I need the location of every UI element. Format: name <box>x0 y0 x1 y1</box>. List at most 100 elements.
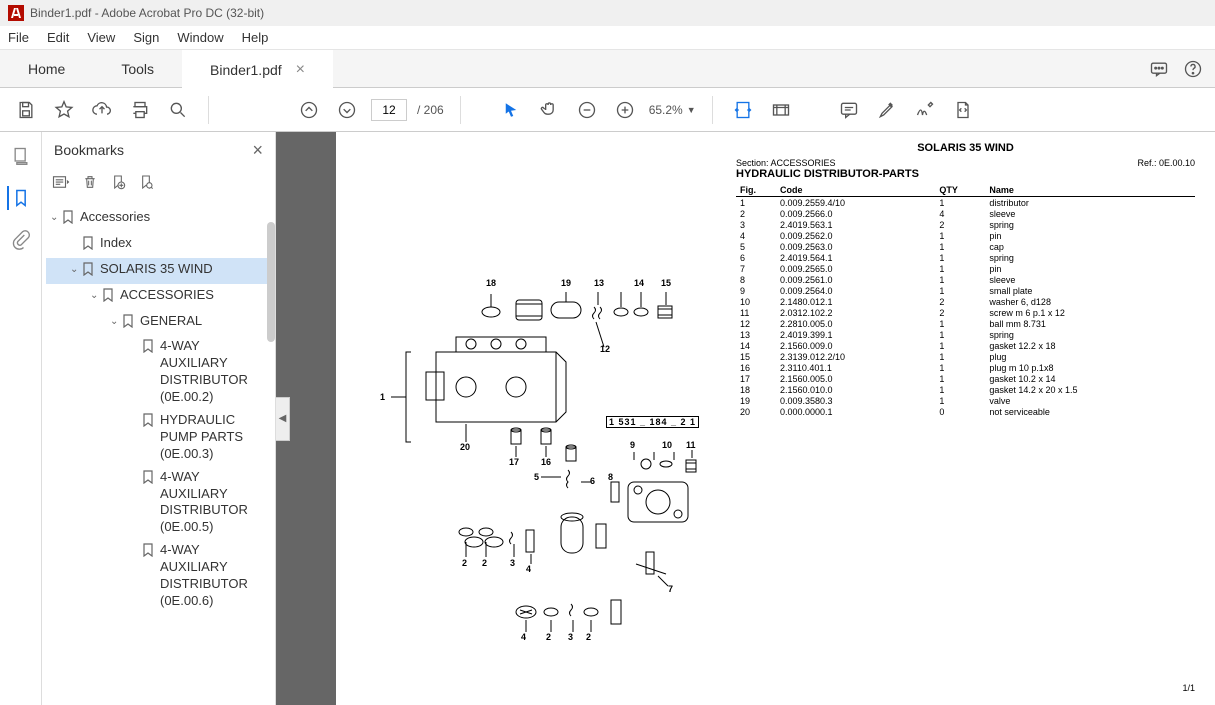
menubar: File Edit View Sign Window Help <box>0 26 1215 50</box>
table-row: 10.009.2559.4/101distributor <box>736 197 1195 209</box>
menu-view[interactable]: View <box>87 30 115 45</box>
tab-tools[interactable]: Tools <box>93 50 182 87</box>
table-row: 200.000.0000.10not serviceable <box>736 406 1195 417</box>
doc-section: Section: ACCESSORIES <box>736 158 836 168</box>
bookmark-icon <box>142 470 156 489</box>
scrollbar-thumb[interactable] <box>267 222 275 342</box>
comment-icon[interactable] <box>835 96 863 124</box>
titlebar-text: Binder1.pdf - Adobe Acrobat Pro DC (32-b… <box>30 6 264 20</box>
zoom-level[interactable]: 65.2% ▼ <box>649 103 696 117</box>
page-number-input[interactable] <box>371 99 407 121</box>
side-rail <box>0 132 42 705</box>
table-row: 162.3110.401.11plug m 10 p.1x8 <box>736 362 1195 373</box>
collapse-panel-icon[interactable]: ◀ <box>276 397 290 441</box>
page-up-icon[interactable] <box>295 96 323 124</box>
close-panel-icon[interactable]: × <box>252 140 263 161</box>
tab-document[interactable]: Binder1.pdf × <box>182 50 333 87</box>
stamp-icon[interactable] <box>949 96 977 124</box>
th-fig: Fig. <box>736 184 776 197</box>
add-bookmark-icon[interactable] <box>110 174 126 195</box>
thumbnails-icon[interactable] <box>9 144 33 168</box>
bookmarks-icon[interactable] <box>7 186 33 210</box>
caret-down-icon[interactable]: ⌄ <box>50 211 62 224</box>
help-icon[interactable] <box>1183 59 1203 79</box>
table-row: 190.009.3580.31valve <box>736 395 1195 406</box>
close-icon[interactable]: × <box>296 61 305 79</box>
delete-icon[interactable] <box>82 174 98 195</box>
tabbar: Home Tools Binder1.pdf × <box>0 50 1215 88</box>
tree-node-index[interactable]: Index <box>46 232 271 258</box>
print-icon[interactable] <box>126 96 154 124</box>
bookmarks-toolbar <box>42 168 275 200</box>
th-qty: QTY <box>935 184 985 197</box>
table-row: 122.2810.005.01ball mm 8.731 <box>736 318 1195 329</box>
menu-help[interactable]: Help <box>242 30 269 45</box>
chat-icon[interactable] <box>1149 59 1169 79</box>
menu-sign[interactable]: Sign <box>133 30 159 45</box>
table-row: 90.009.2564.01small plate <box>736 285 1195 296</box>
find-bookmark-icon[interactable] <box>138 174 154 195</box>
bookmarks-tree: ⌄ Accessories Index ⌄ SOLARIS 35 WIND ⌄ … <box>42 200 275 705</box>
doc-title: SOLARIS 35 WIND <box>736 142 1195 154</box>
menu-file[interactable]: File <box>8 30 29 45</box>
table-row: 132.4019.399.11spring <box>736 329 1195 340</box>
caret-down-icon[interactable]: ⌄ <box>70 263 82 276</box>
sign-icon[interactable] <box>911 96 939 124</box>
caret-down-icon[interactable]: ⌄ <box>110 315 122 328</box>
tree-node-leaf[interactable]: HYDRAULIC PUMP PARTS (0E.00.3) <box>46 409 271 466</box>
tree-node-accessories2[interactable]: ⌄ ACCESSORIES <box>46 284 271 310</box>
tree-node-general[interactable]: ⌄ GENERAL <box>46 310 271 336</box>
fit-page-icon[interactable] <box>767 96 795 124</box>
hand-icon[interactable] <box>535 96 563 124</box>
upload-icon[interactable] <box>88 96 116 124</box>
table-row: 70.009.2565.01pin <box>736 263 1195 274</box>
zoom-out-icon[interactable] <box>573 96 601 124</box>
chevron-down-icon: ▼ <box>687 105 696 115</box>
bookmarks-panel: Bookmarks × ⌄ Accessories Index ⌄ S <box>42 132 276 705</box>
doc-ref: Ref.: 0E.00.10 <box>1137 158 1195 168</box>
bookmark-icon <box>82 236 96 255</box>
star-icon[interactable] <box>50 96 78 124</box>
highlight-icon[interactable] <box>873 96 901 124</box>
tree-node-accessories[interactable]: ⌄ Accessories <box>46 206 271 232</box>
bookmarks-title: Bookmarks <box>54 142 124 158</box>
tree-node-solaris[interactable]: ⌄ SOLARIS 35 WIND <box>46 258 271 284</box>
page-down-icon[interactable] <box>333 96 361 124</box>
save-icon[interactable] <box>12 96 40 124</box>
bookmark-icon <box>142 413 156 432</box>
table-row: 50.009.2563.01cap <box>736 241 1195 252</box>
tree-node-leaf[interactable]: 4-WAY AUXILIARY DISTRIBUTOR (0E.00.2) <box>46 335 271 409</box>
parts-table: Fig. Code QTY Name 10.009.2559.4/101dist… <box>736 184 1195 417</box>
menu-edit[interactable]: Edit <box>47 30 69 45</box>
table-row: 20.009.2566.04sleeve <box>736 208 1195 219</box>
content-area: Bookmarks × ⌄ Accessories Index ⌄ S <box>0 132 1215 705</box>
doc-subtitle: HYDRAULIC DISTRIBUTOR-PARTS <box>736 168 1195 180</box>
bookmark-icon <box>82 262 96 281</box>
table-row: 142.1560.009.01gasket 12.2 x 18 <box>736 340 1195 351</box>
exploded-diagram: 18 19 13 14 15 12 1 20 17 16 5 6 8 9 10 … <box>366 212 756 662</box>
bookmark-icon <box>142 543 156 562</box>
document-area: ◀ <box>276 132 1215 705</box>
tab-home[interactable]: Home <box>0 50 93 87</box>
options-icon[interactable] <box>52 174 70 195</box>
pointer-icon[interactable] <box>497 96 525 124</box>
table-row: 152.3139.012.2/101plug <box>736 351 1195 362</box>
menu-window[interactable]: Window <box>177 30 223 45</box>
th-code: Code <box>776 184 935 197</box>
caret-down-icon[interactable]: ⌄ <box>90 289 102 302</box>
th-name: Name <box>985 184 1195 197</box>
search-icon[interactable] <box>164 96 192 124</box>
table-row: 32.4019.563.12spring <box>736 219 1195 230</box>
bookmark-icon <box>62 210 76 229</box>
diagram-ref-box: 1 531 _ 184 _ 2 1 <box>606 416 699 428</box>
zoom-in-icon[interactable] <box>611 96 639 124</box>
page-total: / 206 <box>417 103 444 117</box>
bookmarks-header: Bookmarks × <box>42 132 275 168</box>
toolbar: / 206 65.2% ▼ <box>0 88 1215 132</box>
table-row: 80.009.2561.01sleeve <box>736 274 1195 285</box>
tree-node-leaf[interactable]: 4-WAY AUXILIARY DISTRIBUTOR (0E.00.5) <box>46 466 271 540</box>
attachments-icon[interactable] <box>9 228 33 252</box>
table-row: 112.0312.102.22screw m 6 p.1 x 12 <box>736 307 1195 318</box>
fit-width-icon[interactable] <box>729 96 757 124</box>
tree-node-leaf[interactable]: 4-WAY AUXILIARY DISTRIBUTOR (0E.00.6) <box>46 539 271 613</box>
